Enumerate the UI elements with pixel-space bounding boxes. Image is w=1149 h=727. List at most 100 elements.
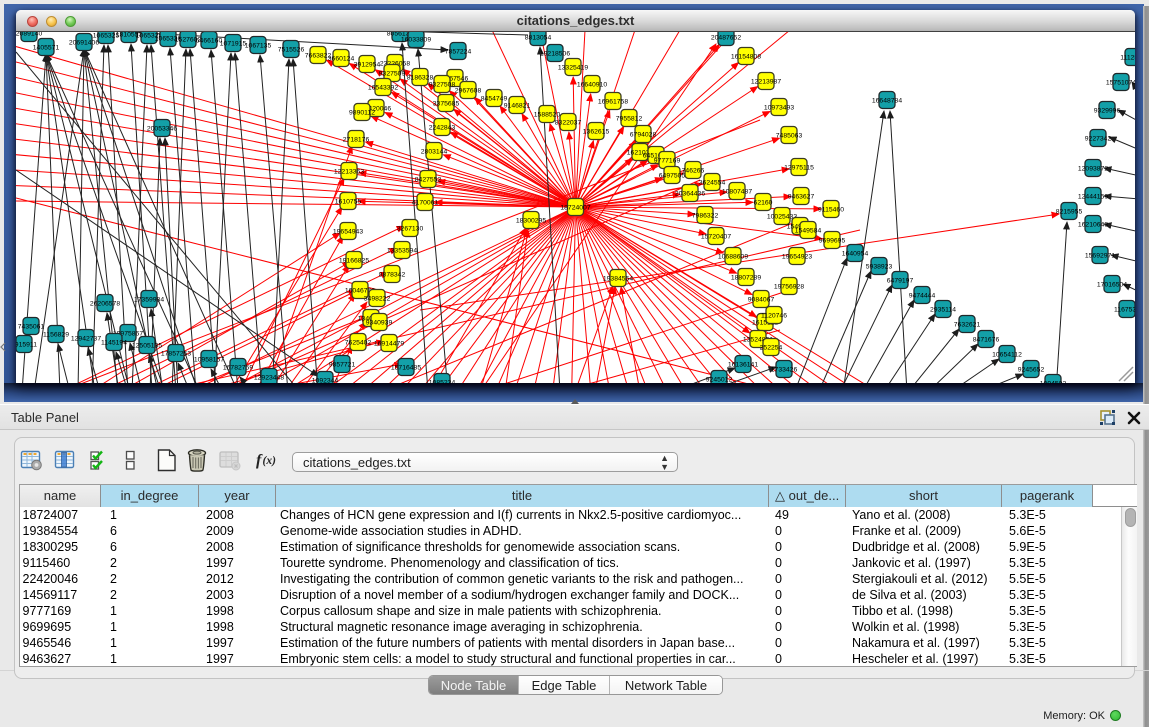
- svg-text:8215955: 8215955: [1056, 208, 1083, 215]
- svg-text:17016504: 17016504: [1097, 281, 1127, 288]
- svg-text:6466160: 6466160: [196, 37, 223, 44]
- svg-text:20053346: 20053346: [147, 125, 177, 132]
- svg-text:8471676: 8471676: [973, 336, 1000, 343]
- svg-text:1094502: 1094502: [1040, 380, 1067, 383]
- svg-text:7986322: 7986322: [692, 212, 719, 219]
- svg-text:3375685: 3375685: [433, 100, 460, 107]
- svg-text:7857224: 7857224: [445, 48, 472, 55]
- svg-text:5938923: 5938923: [866, 263, 893, 270]
- svg-text:2935114: 2935114: [930, 306, 956, 313]
- svg-text:2803144: 2803144: [421, 148, 448, 155]
- svg-text:4170061: 4170061: [412, 199, 439, 206]
- svg-text:19384554: 19384554: [603, 275, 633, 282]
- svg-text:8427552: 8427552: [415, 176, 442, 183]
- svg-text:19654943: 19654943: [333, 228, 363, 235]
- svg-text:1120746: 1120746: [761, 312, 787, 319]
- svg-text:7515526: 7515526: [278, 46, 305, 53]
- svg-text:10973493: 10973493: [764, 104, 794, 111]
- svg-text:1156829: 1156829: [43, 331, 69, 338]
- svg-text:252254: 252254: [760, 344, 783, 351]
- svg-text:7625402: 7625402: [345, 339, 372, 346]
- svg-text:8878342: 8878342: [379, 271, 406, 278]
- svg-text:13325419: 13325419: [558, 64, 588, 71]
- svg-text:19166825: 19166825: [339, 257, 369, 264]
- svg-text:16914479: 16914479: [374, 340, 404, 347]
- svg-text:16640910: 16640910: [577, 81, 607, 88]
- svg-text:12923448: 12923448: [254, 374, 284, 381]
- svg-text:17857253: 17857253: [161, 350, 191, 357]
- svg-text:12444159: 12444159: [1078, 193, 1108, 200]
- svg-text:1071915: 1071915: [220, 40, 247, 47]
- svg-text:12975115: 12975115: [784, 164, 814, 171]
- svg-text:9245012: 9245012: [706, 376, 733, 383]
- svg-text:17359934: 17359934: [134, 296, 164, 303]
- svg-text:8813054: 8813054: [525, 34, 552, 41]
- svg-text:15720407: 15720407: [701, 233, 731, 240]
- svg-text:7955812: 7955812: [616, 115, 643, 122]
- svg-text:3915911: 3915911: [16, 341, 37, 348]
- svg-text:12942737: 12942737: [71, 335, 101, 342]
- svg-text:16648784: 16648784: [872, 97, 902, 104]
- svg-text:9340939: 9340939: [366, 319, 393, 326]
- svg-text:2967608: 2967608: [455, 87, 482, 94]
- svg-text:2718176: 2718176: [343, 136, 370, 143]
- svg-text:12093872: 12093872: [1078, 165, 1108, 172]
- svg-text:12213363: 12213363: [334, 168, 364, 175]
- svg-text:1085234: 1085234: [429, 379, 456, 383]
- svg-text:1733426: 1733426: [771, 366, 798, 373]
- svg-text:7485063: 7485063: [776, 132, 803, 139]
- svg-text:9777169: 9777169: [654, 157, 681, 164]
- svg-text:10654112: 10654112: [992, 351, 1022, 358]
- svg-text:1405571: 1405571: [33, 44, 60, 51]
- svg-text:6479197: 6479197: [887, 277, 914, 284]
- svg-text:20487652: 20487652: [711, 34, 741, 41]
- svg-text:8454749: 8454749: [481, 95, 508, 102]
- svg-text:1640954: 1640954: [842, 250, 869, 257]
- svg-text:15751074: 15751074: [1106, 79, 1135, 86]
- svg-text:8186328: 8186328: [407, 74, 434, 81]
- svg-text:9245652: 9245652: [1018, 366, 1045, 373]
- svg-text:9329996: 9329996: [1094, 107, 1121, 114]
- svg-text:9474444: 9474444: [909, 292, 936, 299]
- svg-text:10958157: 10958157: [194, 356, 224, 363]
- svg-text:9463627: 9463627: [788, 193, 815, 200]
- svg-text:12505135: 12505135: [132, 342, 162, 349]
- svg-text:9699695: 9699695: [819, 237, 846, 244]
- svg-text:1549584: 1549584: [795, 227, 822, 234]
- svg-text:1112546: 1112546: [1120, 54, 1135, 61]
- svg-text:6497505: 6497505: [659, 172, 686, 179]
- svg-text:16136141: 16136141: [728, 361, 758, 368]
- svg-text:1610755: 1610755: [335, 198, 362, 205]
- svg-text:9227342: 9227342: [1085, 135, 1112, 142]
- svg-text:16154808: 16154808: [731, 53, 761, 60]
- svg-text:19654923: 19654923: [782, 253, 812, 260]
- svg-text:3498222: 3498222: [364, 295, 391, 302]
- svg-text:12213987: 12213987: [751, 78, 781, 85]
- svg-text:3912954: 3912954: [354, 61, 381, 68]
- svg-text:26206578: 26206578: [90, 300, 120, 307]
- svg-text:20691406: 20691406: [69, 39, 99, 46]
- svg-text:9327508: 9327508: [429, 81, 456, 88]
- svg-text:3624554: 3624554: [699, 179, 726, 186]
- svg-text:19756928: 19756928: [774, 283, 804, 290]
- svg-text:3267130: 3267130: [397, 225, 424, 232]
- svg-text:8322037: 8322037: [555, 119, 582, 126]
- svg-text:1588520: 1588520: [534, 111, 561, 118]
- svg-text:7632621: 7632621: [954, 321, 981, 328]
- svg-text:19218506: 19218506: [540, 50, 570, 57]
- svg-text:2089140: 2089140: [16, 32, 42, 37]
- svg-text:6794028: 6794028: [630, 131, 657, 138]
- svg-text:7435061: 7435061: [18, 323, 45, 330]
- svg-text:10807487: 10807487: [722, 188, 752, 195]
- svg-text:16961758: 16961758: [598, 98, 628, 105]
- svg-text:18300295: 18300295: [516, 217, 546, 224]
- svg-text:20364436: 20364436: [675, 190, 705, 197]
- svg-text:9146821: 9146821: [504, 102, 531, 109]
- svg-text:62160: 62160: [754, 199, 773, 206]
- svg-text:9327509: 9327509: [379, 70, 406, 77]
- svg-text:16782759: 16782759: [223, 364, 253, 371]
- svg-text:16210643: 16210643: [1078, 221, 1108, 228]
- svg-text:18807289: 18807289: [731, 274, 761, 281]
- svg-text:15692971: 15692971: [1085, 252, 1115, 259]
- svg-text:1145194: 1145194: [101, 339, 127, 346]
